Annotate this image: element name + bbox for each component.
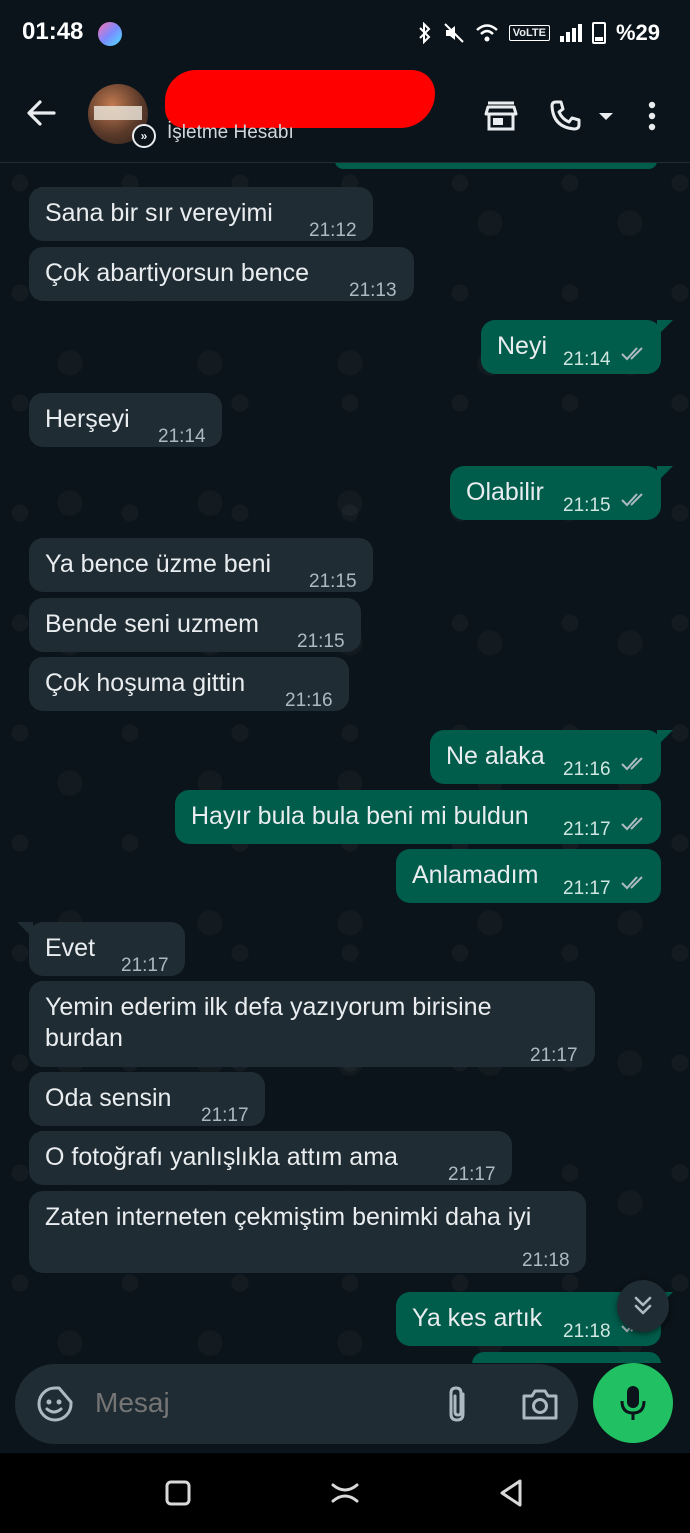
scroll-to-bottom-button[interactable]	[617, 1280, 669, 1332]
message-list[interactable]: Sana bir sır vereyimi 21:12 Çok abartiyo…	[0, 163, 690, 1363]
message-text: O fotoğrafı yanlışlıkla attım ama	[45, 1143, 398, 1171]
volte-badge: VoLTE	[508, 25, 550, 41]
message-time: 21:17	[530, 1045, 578, 1066]
message-incoming[interactable]: Çok abartiyorsun bence 21:13	[29, 247, 414, 301]
previous-message-partial	[335, 163, 657, 169]
message-time: 21:14	[158, 426, 206, 447]
message-time: 21:13	[349, 280, 397, 301]
wifi-icon	[475, 24, 498, 42]
camera-icon[interactable]	[520, 1386, 560, 1422]
message-time: 21:17	[201, 1105, 249, 1126]
arrow-left-icon[interactable]	[24, 96, 58, 130]
message-text: Oda sensin	[45, 1084, 172, 1112]
battery-icon	[591, 22, 606, 44]
message-outgoing[interactable]: Neyi 21:14	[481, 320, 673, 374]
mute-icon	[444, 23, 464, 43]
phone-icon[interactable]	[547, 98, 583, 134]
signal-icon	[559, 24, 582, 42]
message-text: Evet	[45, 934, 96, 962]
message-time: 21:12	[309, 220, 357, 241]
status-icons: VoLTE %29	[417, 18, 660, 48]
double-check-icon	[621, 817, 643, 831]
home-icon[interactable]	[329, 1477, 361, 1509]
app-notification-icon	[98, 22, 122, 46]
message-text: Ya kes artık	[412, 1304, 543, 1332]
message-outgoing[interactable]: Ne alaka 21:16	[430, 730, 673, 784]
message-incoming[interactable]: Zaten interneten çekmiştim benimki daha …	[29, 1191, 586, 1273]
double-check-icon	[621, 876, 643, 890]
message-text-line1: Yemin ederim ilk defa yazıyorum birisine	[45, 993, 492, 1021]
message-outgoing[interactable]: Anlamadım 21:17	[396, 849, 661, 903]
message-text: Sana bir sır vereyimi	[45, 199, 273, 227]
message-text: Ya bence üzme beni	[45, 550, 272, 578]
contact-subtitle[interactable]: İşletme Hesabı	[167, 122, 294, 144]
message-incoming[interactable]: Sana bir sır vereyimi 21:12	[29, 187, 373, 241]
status-time: 01:48	[22, 18, 84, 45]
chevron-down-icon[interactable]	[592, 98, 620, 134]
message-incoming[interactable]: Oda sensin 21:17	[29, 1072, 265, 1126]
bluetooth-icon	[419, 22, 431, 44]
message-outgoing[interactable]: Hayır bula bula beni mi buldun 21:17	[175, 790, 661, 844]
double-check-icon	[621, 493, 643, 507]
message-incoming[interactable]: Herşeyi 21:14	[29, 393, 222, 447]
chat-header: » İşletme Hesabı	[0, 70, 690, 163]
message-time: 21:17	[448, 1164, 496, 1185]
message-incoming[interactable]: Ya bence üzme beni 21:15	[29, 538, 373, 592]
message-text: Çok abartiyorsun bence	[45, 259, 310, 287]
message-time: 21:14	[563, 349, 611, 370]
message-time: 21:16	[285, 690, 333, 711]
storefront-icon[interactable]	[483, 98, 519, 134]
message-text: Olabilir	[466, 478, 544, 506]
battery-percent: %29	[615, 20, 660, 45]
message-outgoing[interactable]: Olabilir 21:15	[450, 466, 673, 520]
composer-bar	[15, 1364, 578, 1444]
double-check-icon	[621, 757, 643, 771]
paperclip-icon[interactable]	[443, 1384, 475, 1424]
message-incoming[interactable]: Çok hoşuma gittin 21:16	[29, 657, 349, 711]
voice-message-button[interactable]	[593, 1363, 673, 1443]
message-time: 21:15	[563, 495, 611, 516]
business-badge-icon: »	[132, 124, 156, 148]
message-time: 21:15	[297, 631, 345, 652]
system-nav-bar	[0, 1453, 690, 1533]
message-input[interactable]	[93, 1386, 397, 1420]
message-incoming[interactable]: Bende seni uzmem 21:15	[29, 598, 361, 652]
message-time: 21:17	[121, 955, 169, 976]
message-incoming[interactable]: Yemin ederim ilk defa yazıyorum birisine…	[29, 981, 595, 1067]
double-check-icon	[621, 347, 643, 361]
message-time: 21:16	[563, 759, 611, 780]
message-text: Zaten interneten çekmiştim benimki daha …	[45, 1203, 532, 1231]
message-time: 21:17	[563, 819, 611, 840]
message-time: 21:17	[563, 878, 611, 899]
message-text: Hayır bula bula beni mi buldun	[191, 802, 529, 830]
recent-apps-icon[interactable]	[162, 1477, 194, 1509]
double-chevron-down-icon	[634, 1296, 652, 1315]
message-text: Çok hoşuma gittin	[45, 669, 246, 697]
message-incoming[interactable]: Evet 21:17	[17, 922, 185, 976]
message-text-line2: burdan	[45, 1024, 123, 1052]
microphone-icon	[620, 1386, 646, 1420]
message-time: 21:15	[309, 571, 357, 592]
message-text: Neyi	[497, 332, 548, 360]
message-time: 21:18	[563, 1321, 611, 1342]
status-bar: 01:48 VoLTE %29	[0, 0, 690, 70]
back-triangle-icon[interactable]	[496, 1477, 528, 1509]
kebab-menu-icon[interactable]	[634, 98, 670, 134]
message-text: Bende seni uzmem	[45, 610, 260, 638]
message-text: Herşeyi	[45, 405, 130, 433]
message-incoming[interactable]: O fotoğrafı yanlışlıkla attım ama 21:17	[29, 1131, 512, 1185]
message-text: Ne alaka	[446, 742, 545, 770]
next-message-partial	[472, 1352, 661, 1363]
sticker-emoji-icon[interactable]	[35, 1384, 75, 1424]
message-text: Anlamadım	[412, 861, 539, 889]
message-time: 21:18	[522, 1250, 570, 1271]
contact-name-redaction[interactable]	[165, 70, 435, 128]
